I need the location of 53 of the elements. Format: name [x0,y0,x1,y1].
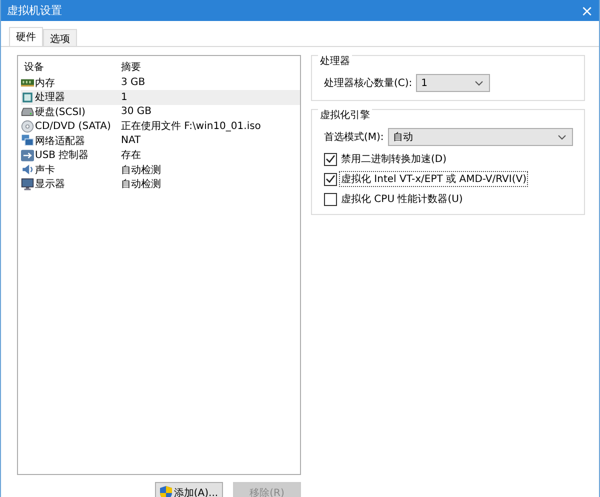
column-header: 摘要 [121,60,141,74]
device-row[interactable]: 硬盘(SCSI) 30 GB [21,104,300,119]
device-name: 声卡 [35,164,55,177]
device-row[interactable]: 处理器 1 [21,90,300,104]
checkmark-icon [326,155,335,163]
device-row[interactable]: USB 控制器 存在 [21,148,300,162]
column-header: 设备 [24,61,45,74]
group-title: 虚拟化引擎 [318,108,372,122]
network-icon [21,134,34,148]
device-row[interactable]: 网络适配器 NAT [21,134,300,148]
window-title: 虚拟机设置 [7,3,62,18]
dropdown[interactable]: 自动 [388,128,573,146]
checkbox-label: 虚拟化 CPU 性能计数器(U) [340,192,464,206]
tab[interactable]: 选项 [43,29,77,46]
checkbox-label: 禁用二进制转换加速(D) [340,152,448,166]
device-row[interactable]: 内存 3 GB [21,76,300,90]
disc-icon [21,120,34,133]
chevron-down-icon [558,134,566,140]
speaker-icon [21,163,34,176]
monitor-icon [21,178,34,191]
device-row[interactable]: 显示器 自动检测 [21,177,300,192]
device-row[interactable]: CD/DVD (SATA) 正在使用文件 F:\win10_01.iso [21,119,300,134]
device-name: USB 控制器 [35,148,89,162]
device-summary: 30 GB [121,106,152,118]
device-summary: 1 [121,92,128,103]
device-name: 处理器 [35,90,65,104]
device-summary: NAT [121,135,141,146]
group-title: 处理器 [318,54,352,68]
device-name: 显示器 [35,178,65,192]
usb-icon [21,148,34,162]
checkmark-icon [326,175,335,183]
device-name: CD/DVD (SATA) [35,120,111,132]
device-summary: 正在使用文件 F:\win10_01.iso [121,120,261,134]
device-row[interactable]: 声卡 自动检测 [21,162,300,177]
device-name: 网络适配器 [35,134,85,148]
device-name: 内存 [35,76,55,90]
device-summary: 自动检测 [121,178,161,192]
field-label: 首选模式(M): [324,130,384,144]
device-summary: 自动检测 [121,164,161,177]
processor-icon [21,90,34,104]
button[interactable]: 添加(A)... [155,482,223,497]
device-name: 硬盘(SCSI) [35,106,86,119]
close-button[interactable]: × [575,0,599,21]
field-label: 处理器核心数量(C): [324,76,412,90]
checkbox[interactable] [324,172,337,186]
dropdown[interactable]: 1 [416,74,490,92]
checkbox[interactable] [324,192,337,206]
chevron-down-icon [475,80,484,86]
device-summary: 存在 [121,149,141,162]
checkbox-label: 虚拟化 Intel VT-x/EPT 或 AMD-V/RVI(V) [340,172,528,186]
tab[interactable]: 硬件 [9,27,43,46]
device-summary: 3 GB [121,77,146,88]
checkbox[interactable] [324,152,337,166]
